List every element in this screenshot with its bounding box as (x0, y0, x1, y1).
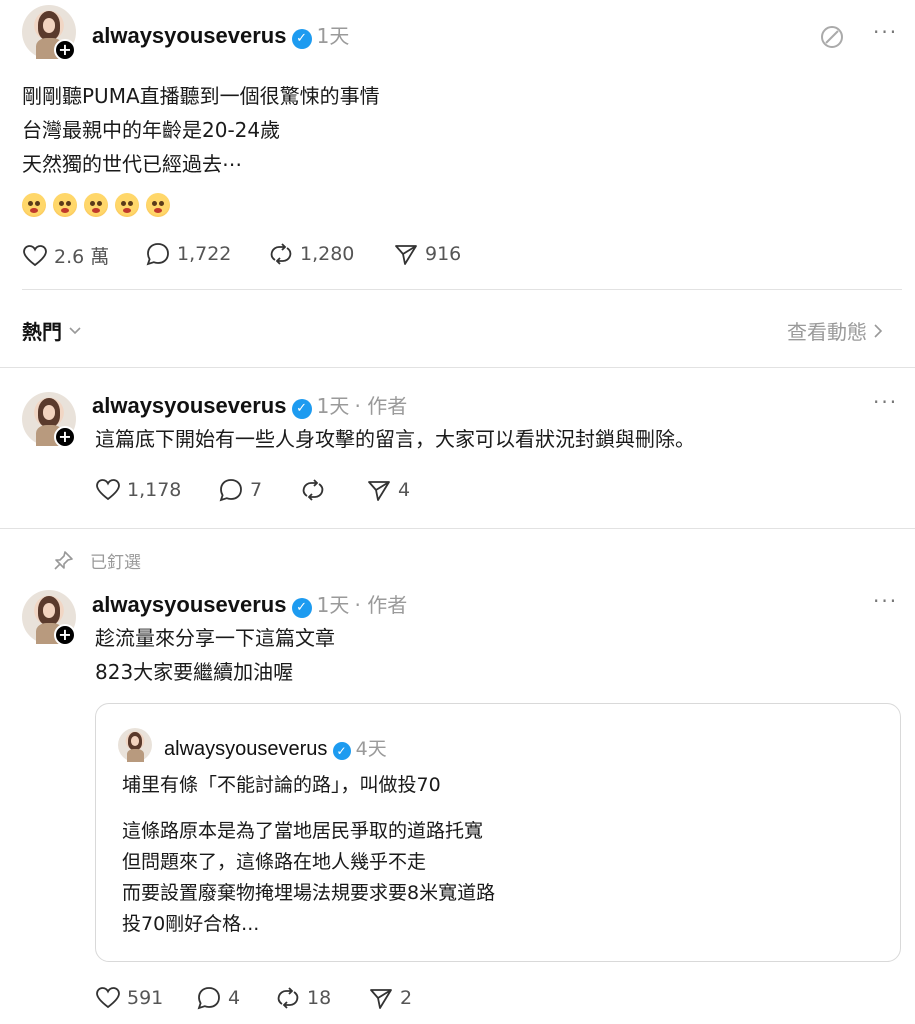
username: alwaysyouseverus (164, 738, 328, 760)
like-count: 2.6 萬 (54, 246, 110, 268)
like-count: 591 (127, 987, 164, 1009)
heart-icon (96, 479, 120, 501)
quoted-text-line: 這條路原本是為了當地居民爭取的道路托寬 (122, 820, 484, 842)
share-count: 916 (425, 243, 462, 265)
repost-icon (277, 987, 299, 1009)
username[interactable]: alwaysyouseverus (92, 393, 286, 418)
quoted-text-line: 但問題來了，這條路在地人幾乎不走 (122, 851, 427, 873)
chevron-down-icon (69, 326, 81, 334)
heart-icon (23, 244, 47, 266)
comment-icon (146, 243, 169, 266)
blushing-face-emoji (146, 193, 170, 217)
emoji-row (22, 193, 177, 217)
sort-label: 熱門 (22, 320, 62, 344)
reply-text: 這篇底下開始有一些人身攻擊的留言，大家可以看狀況封鎖與刪除。 (95, 427, 695, 451)
divider (0, 367, 915, 368)
repost-button[interactable]: 1,280 (268, 242, 354, 266)
post-text-line: 天然獨的世代已經過去⋯ (22, 152, 242, 176)
comment-button[interactable]: 4 (196, 986, 240, 1010)
reply-text-line: 823大家要繼續加油喔 (95, 660, 294, 684)
author-tag: 作者 (367, 394, 408, 418)
avatar[interactable]: + (22, 5, 76, 61)
like-button[interactable]: 591 (95, 986, 163, 1010)
verified-icon: ✓ (291, 398, 312, 419)
sort-dropdown[interactable]: 熱門 (22, 316, 82, 345)
reply-text-line: 趁流量來分享一下這篇文章 (95, 626, 335, 650)
share-count: 2 (400, 987, 413, 1009)
repost-button[interactable] (300, 478, 332, 502)
heart-icon (96, 987, 120, 1009)
repost-count: 1,280 (300, 243, 355, 265)
more-icon[interactable]: ··· (873, 20, 898, 44)
plus-icon[interactable]: + (54, 426, 76, 448)
username[interactable]: alwaysyouseverus (92, 23, 286, 48)
comment-icon (197, 987, 220, 1010)
blushing-face-emoji (53, 193, 77, 217)
blushing-face-emoji (22, 193, 46, 217)
avatar[interactable]: + (22, 392, 76, 448)
pin-icon (54, 550, 73, 570)
like-button[interactable]: 2.6 萬 (22, 242, 109, 269)
quoted-post-card[interactable]: alwaysyouseverus ✓ 4天 埔里有條「不能討論的路」，叫做投70… (95, 703, 901, 962)
reply-time: 1天 (316, 593, 350, 617)
author-tag: 作者 (367, 593, 408, 617)
share-button[interactable]: 4 (366, 478, 410, 502)
comment-button[interactable]: 7 (218, 478, 262, 502)
blushing-face-emoji (84, 193, 108, 217)
share-icon (368, 481, 390, 501)
like-count: 1,178 (127, 479, 182, 501)
activity-icon[interactable] (819, 24, 845, 50)
chevron-right-icon (874, 323, 883, 338)
comment-count: 1,722 (177, 243, 232, 265)
view-activity-link[interactable]: 查看動態 (787, 316, 883, 345)
divider (0, 528, 915, 529)
verified-icon: ✓ (332, 741, 351, 760)
quoted-text-line: 埔里有條「不能討論的路」，叫做投70 (122, 774, 441, 796)
avatar (118, 728, 152, 762)
comment-count: 7 (250, 479, 263, 501)
more-icon[interactable]: ··· (873, 390, 898, 414)
pinned-indicator: 已釘選 (52, 548, 141, 573)
plus-icon[interactable]: + (54, 39, 76, 61)
like-button[interactable]: 1,178 (95, 478, 181, 502)
share-icon (395, 245, 417, 265)
blushing-face-emoji (115, 193, 139, 217)
quoted-text-line: 投70剛好合格... (122, 913, 260, 935)
comment-button[interactable]: 1,722 (145, 242, 231, 266)
pinned-label: 已釘選 (90, 553, 141, 573)
verified-icon: ✓ (291, 597, 312, 618)
repost-icon (302, 479, 324, 501)
quoted-time: 4天 (355, 738, 387, 760)
share-count: 4 (398, 479, 411, 501)
plus-icon[interactable]: + (54, 624, 76, 646)
more-icon[interactable]: ··· (873, 589, 898, 613)
post-text-line: 台灣最親中的年齡是20-24歲 (22, 118, 281, 142)
divider (22, 289, 902, 290)
repost-button[interactable]: 18 (275, 986, 331, 1010)
share-button[interactable]: 2 (368, 986, 412, 1010)
verified-icon: ✓ (291, 28, 312, 49)
post-text-line: 剛剛聽PUMA直播聽到一個很驚悚的事情 (22, 84, 380, 108)
quoted-text-line: 而要設置廢棄物掩埋場法規要求要8米寬道路 (122, 882, 496, 904)
avatar[interactable]: + (22, 590, 76, 646)
username[interactable]: alwaysyouseverus (92, 592, 286, 617)
repost-icon (270, 243, 292, 265)
share-button[interactable]: 916 (393, 242, 461, 266)
view-activity-label: 查看動態 (787, 320, 867, 344)
comment-count: 4 (228, 987, 241, 1009)
repost-count: 18 (307, 987, 332, 1009)
reply-time: 1天 (316, 394, 350, 418)
comment-icon (219, 479, 242, 502)
share-icon (370, 989, 392, 1009)
post-time: 1天 (316, 24, 350, 48)
